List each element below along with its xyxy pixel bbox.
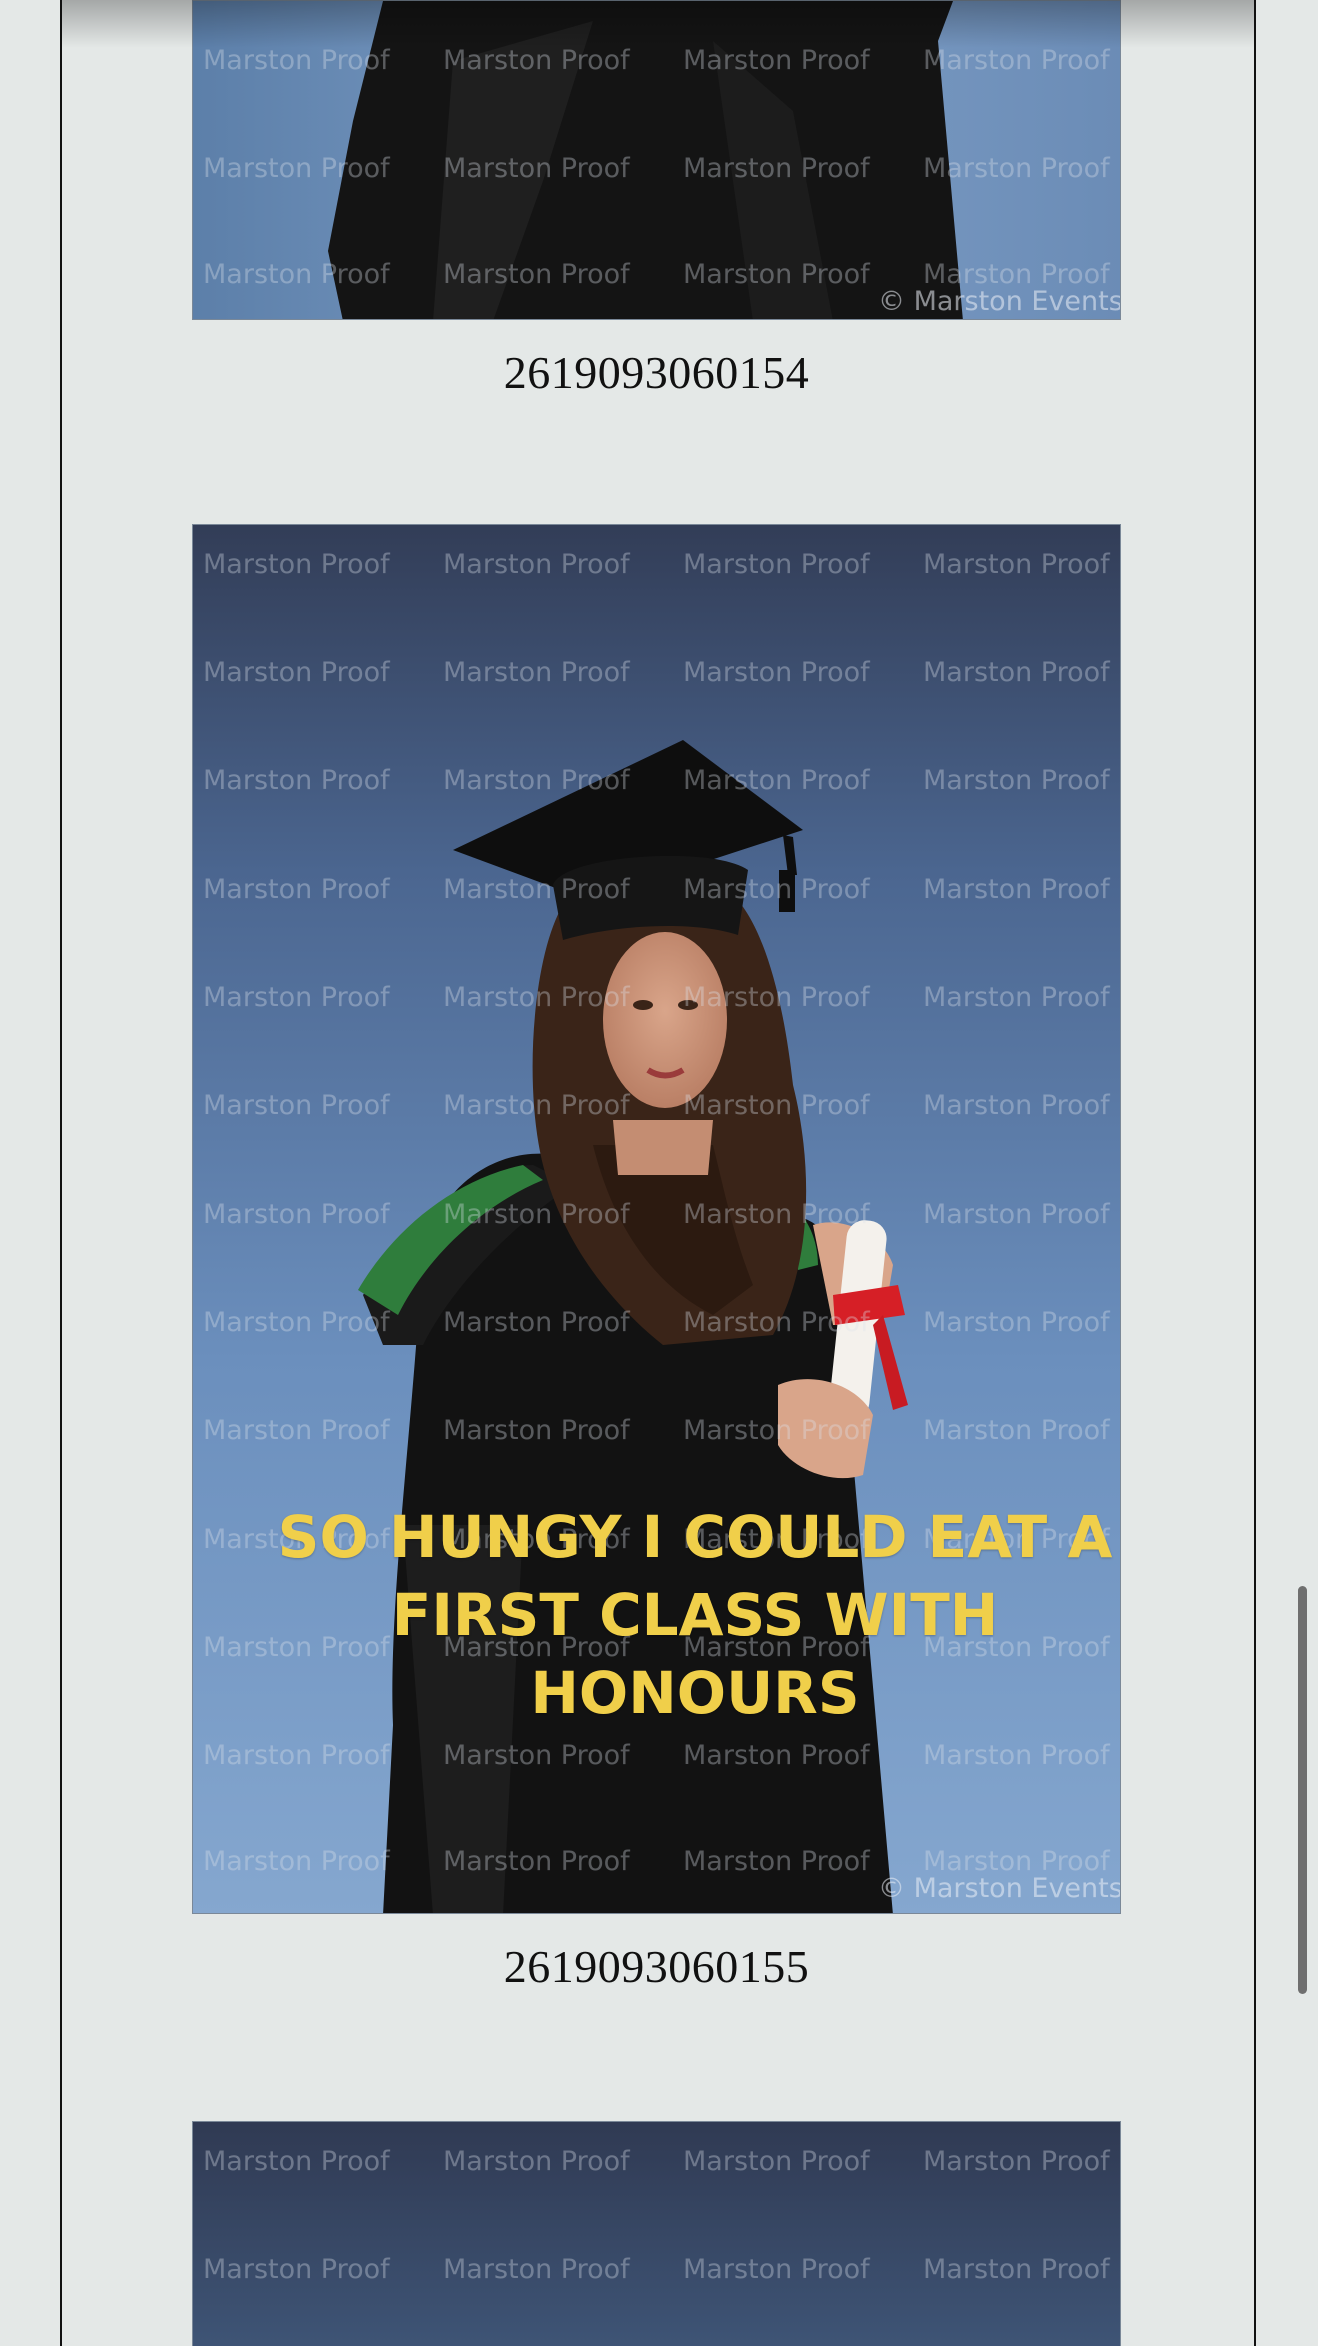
svg-text:Marston Proof: Marston Proof xyxy=(683,1199,871,1230)
svg-text:Marston Proof: Marston Proof xyxy=(443,982,631,1013)
svg-text:Marston Proof: Marston Proof xyxy=(443,657,631,688)
svg-text:Marston Proof: Marston Proof xyxy=(923,2146,1111,2177)
svg-text:Marston Proof: Marston Proof xyxy=(443,874,631,905)
svg-text:Marston Proof: Marston Proof xyxy=(923,1090,1111,1121)
proof-photo-3-image: Marston Proof Marston Proof Marston Proo… xyxy=(193,2122,1120,2346)
svg-text:Marston Proof: Marston Proof xyxy=(683,657,871,688)
svg-text:Marston Proof: Marston Proof xyxy=(683,2146,871,2177)
svg-text:Marston Proof: Marston Proof xyxy=(203,2254,391,2285)
svg-text:Marston Proof: Marston Proof xyxy=(923,982,1111,1013)
svg-text:Marston Proof: Marston Proof xyxy=(923,1415,1111,1446)
svg-text:Marston Proof: Marston Proof xyxy=(683,1740,871,1771)
svg-text:Marston Proof: Marston Proof xyxy=(203,874,391,905)
svg-text:Marston Proof: Marston Proof xyxy=(683,1307,871,1338)
svg-text:Marston Proof: Marston Proof xyxy=(203,1415,391,1446)
svg-text:Marston Proof: Marston Proof xyxy=(923,874,1111,905)
svg-text:Marston Proof: Marston Proof xyxy=(683,1090,871,1121)
svg-text:Marston Proof: Marston Proof xyxy=(683,982,871,1013)
photo-caption-1: 2619093060154 xyxy=(503,347,810,398)
svg-text:Marston Proof: Marston Proof xyxy=(443,1415,631,1446)
svg-text:Marston Proof: Marston Proof xyxy=(203,1740,391,1771)
svg-text:Marston Proof: Marston Proof xyxy=(443,153,631,184)
svg-text:Marston Proof: Marston Proof xyxy=(203,549,391,580)
copyright-watermark-2: © Marston Events xyxy=(878,1873,1121,1904)
svg-text:Marston Proof: Marston Proof xyxy=(203,1090,391,1121)
svg-text:Marston Proof: Marston Proof xyxy=(443,1307,631,1338)
copyright-watermark: © Marston Events xyxy=(878,286,1121,317)
photo-overlay-caption: SO HUNGY I COULD EAT A FIRST CLASS WITH … xyxy=(277,1503,1113,1727)
svg-text:Marston Proof: Marston Proof xyxy=(203,259,391,290)
svg-text:Marston Proof: Marston Proof xyxy=(203,1199,391,1230)
svg-text:Marston Proof: Marston Proof xyxy=(683,153,871,184)
svg-text:Marston Proof: Marston Proof xyxy=(683,765,871,796)
svg-text:Marston Proof: Marston Proof xyxy=(443,1199,631,1230)
svg-text:Marston Proof: Marston Proof xyxy=(923,1740,1111,1771)
svg-text:Marston Proof: Marston Proof xyxy=(203,1846,391,1877)
svg-text:Marston Proof: Marston Proof xyxy=(683,2254,871,2285)
svg-text:Marston Proof: Marston Proof xyxy=(203,982,391,1013)
svg-text:Marston Proof: Marston Proof xyxy=(443,1846,631,1877)
svg-text:Marston Proof: Marston Proof xyxy=(923,2254,1111,2285)
proof-photo-1[interactable]: Marston Proof Marston Proof Marston Proo… xyxy=(192,0,1121,320)
svg-text:Marston Proof: Marston Proof xyxy=(683,45,871,76)
svg-text:Marston Proof: Marston Proof xyxy=(683,259,871,290)
svg-text:Marston Proof: Marston Proof xyxy=(443,765,631,796)
photo-caption-2: 2619093060155 xyxy=(503,1941,810,1992)
watermark: Marston Proof xyxy=(203,45,391,76)
svg-text:Marston Proof: Marston Proof xyxy=(443,1740,631,1771)
svg-text:Marston Proof: Marston Proof xyxy=(683,874,871,905)
svg-text:Marston Proof: Marston Proof xyxy=(203,153,391,184)
svg-text:Marston Proof: Marston Proof xyxy=(683,1846,871,1877)
svg-text:Marston Proof: Marston Proof xyxy=(443,549,631,580)
svg-text:Marston Proof: Marston Proof xyxy=(203,1307,391,1338)
proof-photo-1-image: Marston Proof Marston Proof Marston Proo… xyxy=(193,1,1121,319)
svg-text:Marston Proof: Marston Proof xyxy=(923,657,1111,688)
svg-text:Marston Proof: Marston Proof xyxy=(443,259,631,290)
page: Marston Proof Marston Proof Marston Proo… xyxy=(0,0,1318,2346)
svg-text:Marston Proof: Marston Proof xyxy=(203,657,391,688)
proof-photo-3[interactable]: Marston Proof Marston Proof Marston Proo… xyxy=(192,2121,1121,2346)
svg-text:Marston Proof: Marston Proof xyxy=(203,2146,391,2177)
svg-text:Marston Proof: Marston Proof xyxy=(683,549,871,580)
svg-text:Marston Proof: Marston Proof xyxy=(443,45,631,76)
svg-text:Marston Proof: Marston Proof xyxy=(923,549,1111,580)
svg-text:Marston Proof: Marston Proof xyxy=(443,2254,631,2285)
svg-text:Marston Proof: Marston Proof xyxy=(923,1307,1111,1338)
svg-text:Marston Proof: Marston Proof xyxy=(203,765,391,796)
svg-text:Marston Proof: Marston Proof xyxy=(443,1090,631,1121)
svg-text:Marston Proof: Marston Proof xyxy=(443,2146,631,2177)
svg-text:Marston Proof: Marston Proof xyxy=(923,45,1111,76)
svg-text:Marston Proof: Marston Proof xyxy=(923,153,1111,184)
svg-text:Marston Proof: Marston Proof xyxy=(683,1415,871,1446)
svg-text:Marston Proof: Marston Proof xyxy=(923,765,1111,796)
scrollbar-thumb[interactable] xyxy=(1298,1586,1307,1994)
svg-text:Marston Proof: Marston Proof xyxy=(923,1199,1111,1230)
